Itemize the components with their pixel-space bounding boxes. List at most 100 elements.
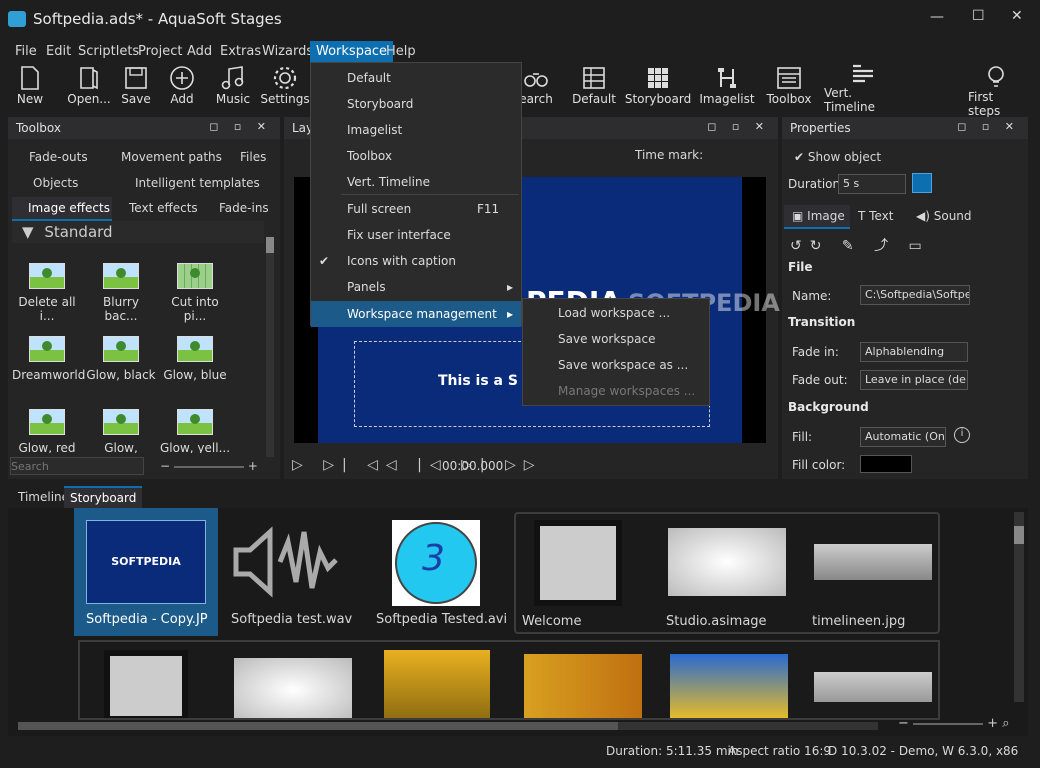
show-object-checkbox[interactable]: ✔ Show object <box>794 150 881 164</box>
menu-item-imagelist[interactable]: Imagelist <box>311 117 521 143</box>
submenu-save-workspace[interactable]: Save workspace <box>558 332 656 346</box>
tab-timeline[interactable]: Timeline <box>18 490 69 504</box>
tab-files[interactable]: Files <box>240 150 266 164</box>
storyboard-item[interactable] <box>524 654 642 718</box>
submenu-save-workspace-as[interactable]: Save workspace as ... <box>558 358 688 372</box>
effect-item[interactable]: Glow, white <box>86 409 156 453</box>
menu-item-workspace-management[interactable]: Workspace management ▸ <box>311 301 521 327</box>
menu-wizards[interactable]: Wizards <box>262 44 313 59</box>
menu-item-vert-timeline[interactable]: Vert. Timeline <box>311 169 521 195</box>
timecode: 00:00.000 <box>442 459 504 473</box>
menu-item-default[interactable]: Default <box>311 65 521 91</box>
maximize-button[interactable]: ☐ <box>972 8 985 24</box>
toolbox-layout-button[interactable]: Toolbox <box>764 64 814 110</box>
tab-fade-outs[interactable]: Fade-outs <box>29 150 88 164</box>
menu-workspace[interactable]: Workspace <box>310 41 394 62</box>
tab-movement-paths[interactable]: Movement paths <box>121 150 222 164</box>
menu-item-icons-caption[interactable]: ✔ Icons with caption <box>311 248 521 274</box>
toolbox-scrollbar[interactable] <box>266 237 274 457</box>
info-icon[interactable]: i <box>954 427 970 443</box>
tab-image-effects[interactable]: Image effects <box>12 197 112 221</box>
menu-item-panels[interactable]: Panels ▸ <box>311 274 521 300</box>
open-button[interactable]: Open... <box>66 64 112 110</box>
menu-edit[interactable]: Edit <box>46 44 71 59</box>
link-button[interactable] <box>912 173 932 193</box>
effect-item[interactable]: Glow, red <box>12 409 82 453</box>
tab-storyboard[interactable]: Storyboard <box>64 486 143 508</box>
minimize-button[interactable]: — <box>930 9 944 25</box>
duration-field[interactable]: 5 s <box>838 174 906 194</box>
fade-in-dropdown[interactable]: Alphablending <box>860 342 968 362</box>
menu-add[interactable]: Add <box>187 44 212 59</box>
effect-item[interactable]: Glow, yell... <box>160 409 230 453</box>
menu-item-fix-ui[interactable]: Fix user interface <box>311 222 521 248</box>
vert-timeline-icon <box>853 64 873 83</box>
menu-extras[interactable]: Extras <box>220 44 261 59</box>
menu-help[interactable]: Help <box>386 44 416 59</box>
image-tools[interactable]: ↺↻ ✎ ⤴ ▭ <box>790 235 930 255</box>
fill-color-picker[interactable] <box>860 455 912 473</box>
default-layout-button[interactable]: Default <box>571 64 617 110</box>
group-title: Standard <box>44 223 113 241</box>
tab-image[interactable]: ▣ Image <box>784 205 850 229</box>
effect-item[interactable]: Glow, blue <box>160 336 230 382</box>
menu-item-storyboard[interactable]: Storyboard <box>311 91 521 117</box>
storyboard-item[interactable] <box>668 528 786 596</box>
panel-controls[interactable]: ◻ ▫ ✕ <box>209 120 272 133</box>
music-button[interactable]: Music <box>214 64 252 110</box>
new-button[interactable]: New <box>12 64 48 110</box>
tab-text-effects[interactable]: Text effects <box>129 201 198 215</box>
storyboard-vscroll[interactable] <box>1014 512 1024 702</box>
storyboard-item[interactable] <box>670 654 788 718</box>
close-button[interactable]: ✕ <box>1011 8 1023 24</box>
storyboard-item[interactable]: 3 Softpedia Tested.avi <box>372 508 518 636</box>
tab-objects[interactable]: Objects <box>33 176 78 190</box>
storyboard-item[interactable] <box>814 672 932 702</box>
storyboard-zoom[interactable]: − + ⌕ <box>898 716 1009 731</box>
search-button[interactable]: earch <box>518 64 554 110</box>
menu-item-toolbox[interactable]: Toolbox <box>311 143 521 169</box>
tab-fade-ins[interactable]: Fade-ins <box>219 201 269 215</box>
imagelist-label: Imagelist <box>699 92 755 106</box>
effect-item[interactable]: Dreamworld <box>12 336 85 382</box>
first-steps-label: First steps <box>968 90 1001 118</box>
tab-text[interactable]: T Text <box>858 209 893 223</box>
name-field[interactable]: C:\Softpedia\Softpedi <box>860 285 970 305</box>
tab-sound[interactable]: ◀) Sound <box>916 209 972 223</box>
storyboard-item[interactable] <box>384 650 490 718</box>
clock-digit: 3 <box>422 538 445 579</box>
storyboard-item[interactable] <box>104 650 188 718</box>
storyboard-item[interactable]: Softpedia test.wav <box>226 508 372 636</box>
tab-intelligent-templates[interactable]: Intelligent templates <box>135 176 260 190</box>
storyboard-layout-button[interactable]: Storyboard <box>625 64 691 110</box>
search-input[interactable] <box>10 457 144 475</box>
submenu-load-workspace[interactable]: Load workspace ... <box>558 306 670 320</box>
imagelist-layout-button[interactable]: Imagelist <box>699 64 755 110</box>
storyboard-item[interactable] <box>234 658 352 718</box>
fill-dropdown[interactable]: Automatic (On <box>860 427 946 447</box>
menu-scriptlets[interactable]: Scriptlets <box>78 44 139 59</box>
menu-project[interactable]: Project <box>138 44 182 59</box>
settings-button[interactable]: Settings <box>260 64 310 110</box>
panel-controls[interactable]: ◻ ▫ ✕ <box>707 120 770 133</box>
save-button[interactable]: Save <box>120 64 152 110</box>
menu-item-full-screen[interactable]: Full screen F11 <box>311 196 521 222</box>
effect-item[interactable]: Cut into pi... <box>160 263 230 323</box>
panel-controls[interactable]: ◻ ▫ ✕ <box>957 120 1020 133</box>
zoom-slider[interactable]: − + <box>160 459 270 473</box>
menu-file[interactable]: File <box>15 44 37 59</box>
group-header-standard[interactable]: ▼ Standard <box>12 221 264 243</box>
playback-controls[interactable]: ▷ ▷| ◁◁ |◁ ▷| ▷▷ <box>292 457 543 473</box>
fade-out-dropdown[interactable]: Leave in place (de <box>860 370 968 390</box>
add-button[interactable]: Add <box>166 64 198 110</box>
effect-item[interactable]: Glow, black <box>86 336 156 382</box>
storyboard-item[interactable] <box>814 544 932 580</box>
toolbox-panel: Toolbox ◻ ▫ ✕ Fade-outs Movement paths F… <box>8 117 280 479</box>
first-steps-button[interactable]: First steps <box>968 64 1024 118</box>
vert-timeline-layout-button[interactable]: Vert. Timeline <box>824 64 902 114</box>
effect-item[interactable]: Blurry bac... <box>86 263 156 323</box>
storyboard-item[interactable]: SOFTPEDIA Softpedia - Copy.JP <box>74 508 218 636</box>
storyboard-item[interactable] <box>534 520 622 606</box>
effect-item[interactable]: Delete all i... <box>12 263 82 323</box>
storyboard-hscroll[interactable] <box>18 722 878 730</box>
